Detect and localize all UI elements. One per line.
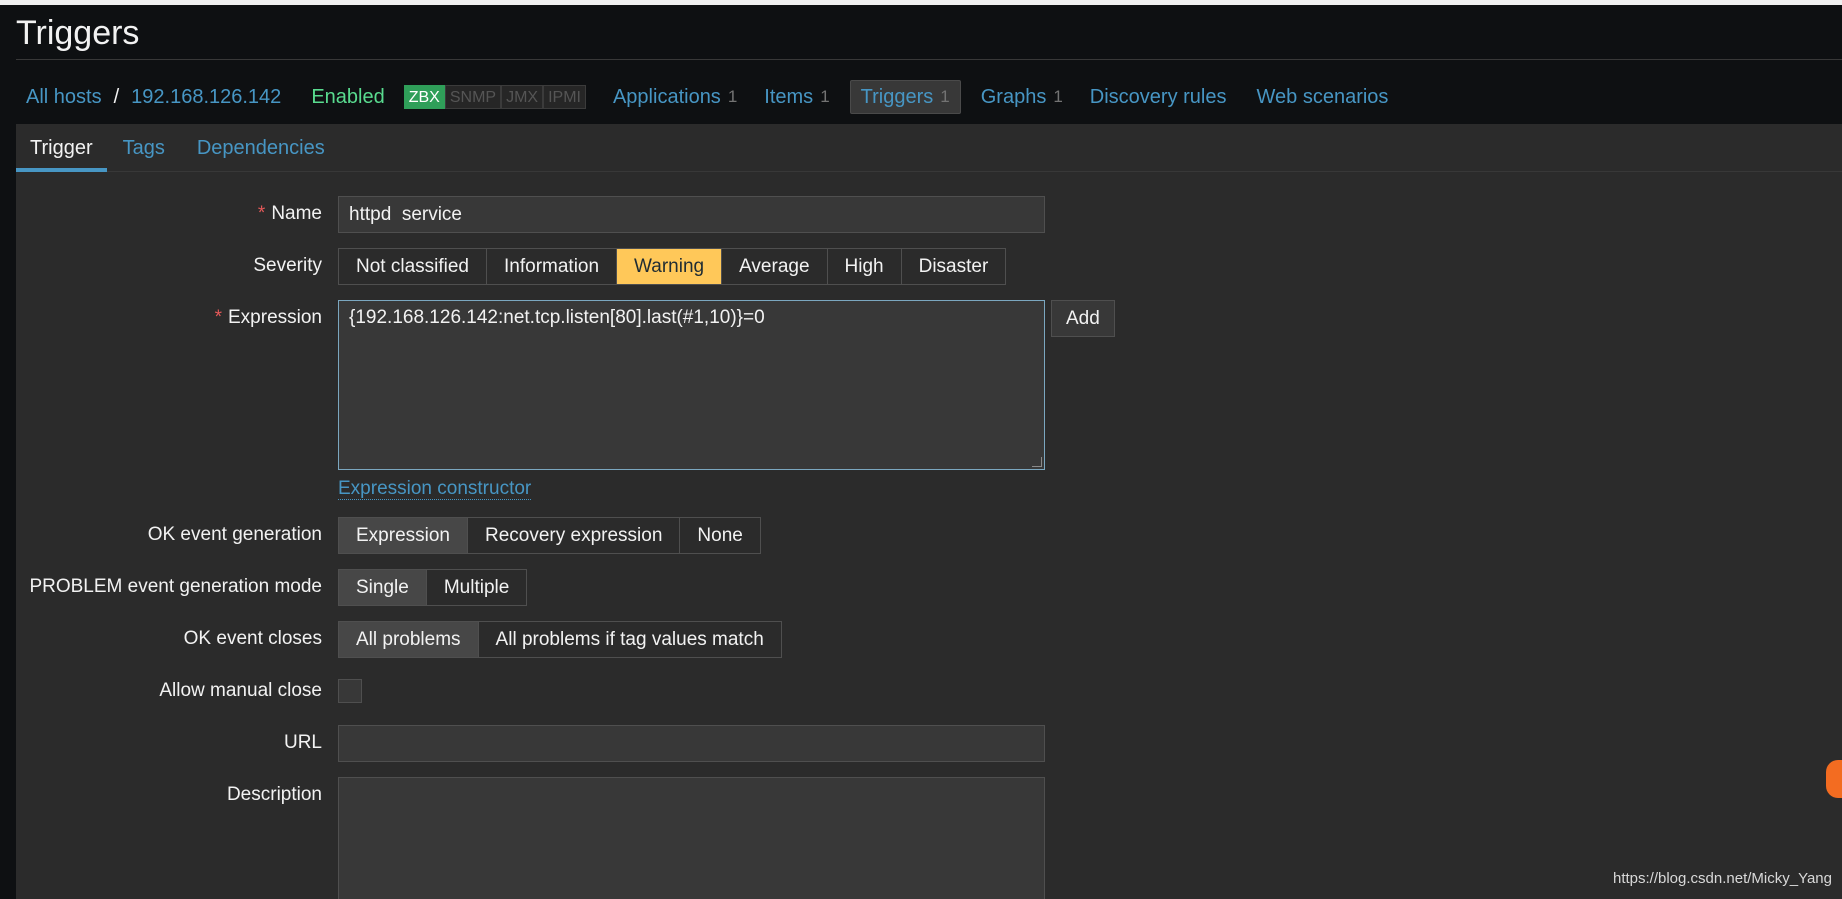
host-link[interactable]: 192.168.126.142: [131, 86, 281, 109]
manual-close-label: Allow manual close: [159, 680, 322, 701]
form-tabs: Trigger Tags Dependencies: [16, 124, 1842, 172]
zbx-badge: ZBX: [403, 85, 445, 109]
problem-mode-label: PROBLEM event generation mode: [29, 576, 322, 597]
breadcrumb-separator: /: [113, 85, 120, 108]
name-label: * Name: [16, 196, 322, 232]
nav-triggers[interactable]: Triggers 1: [849, 80, 961, 114]
severity-label: Severity: [253, 255, 322, 276]
manual-close-wrap: [338, 679, 362, 703]
severity-high[interactable]: High: [827, 249, 902, 284]
name-row: * Name: [16, 196, 322, 232]
url-field-wrap: [338, 725, 1045, 762]
ok-gen-recovery-expression[interactable]: Recovery expression: [468, 518, 681, 553]
watermark: https://blog.csdn.net/Micky_Yang: [1612, 870, 1832, 887]
nav-applications-label: Applications: [612, 85, 721, 108]
ok-event-closes-label: OK event closes: [183, 628, 322, 649]
closes-all-problems[interactable]: All problems: [339, 622, 479, 657]
ipmi-badge: IPMI: [543, 85, 586, 109]
page-title: Triggers: [16, 14, 140, 52]
trigger-form-panel: Trigger Tags Dependencies * Name httpd se…: [16, 124, 1842, 899]
ok-event-generation-wrap: Expression Recovery expression None: [338, 517, 761, 554]
nav-web-scenarios[interactable]: Web scenarios: [1257, 86, 1389, 109]
ok-event-generation-row: OK event generation: [16, 517, 322, 553]
host-navigation: All hosts / 192.168.126.142 Enabled ZBX …: [26, 80, 1388, 114]
name-label-text: Name: [271, 203, 322, 224]
ok-event-closes-row: OK event closes: [16, 621, 322, 657]
top-strip: [0, 0, 1842, 5]
description-row: Description: [16, 777, 322, 813]
nav-items-label: Items: [764, 85, 814, 108]
name-field-wrap: httpd service: [338, 196, 1045, 233]
all-hosts-link[interactable]: All hosts: [26, 86, 102, 109]
problem-mode-single[interactable]: Single: [339, 570, 427, 605]
severity-not-classified[interactable]: Not classified: [339, 249, 487, 284]
severity-average[interactable]: Average: [722, 249, 828, 284]
description-textarea[interactable]: [338, 777, 1045, 899]
tab-tags[interactable]: Tags: [107, 124, 181, 172]
closes-tag-match[interactable]: All problems if tag values match: [478, 622, 781, 657]
add-expression-button[interactable]: Add: [1051, 300, 1115, 337]
nav-graphs[interactable]: Graphs 1: [981, 86, 1063, 109]
nav-applications[interactable]: Applications 1: [613, 86, 737, 109]
severity-selector: Not classified Information Warning Avera…: [338, 248, 1007, 285]
description-label: Description: [226, 784, 322, 805]
tab-dependencies[interactable]: Dependencies: [181, 124, 341, 172]
nav-web-scenarios-label: Web scenarios: [1256, 85, 1389, 108]
csdn-logo-icon: [1826, 760, 1842, 798]
ok-event-closes-wrap: All problems All problems if tag values …: [338, 621, 782, 658]
severity-field-wrap: Not classified Information Warning Avera…: [338, 248, 1007, 285]
severity-disaster[interactable]: Disaster: [901, 249, 1006, 284]
severity-warning[interactable]: Warning: [617, 249, 723, 284]
ok-gen-expression[interactable]: Expression: [339, 518, 468, 553]
expression-textarea[interactable]: {192.168.126.142:net.tcp.listen[80].last…: [338, 300, 1045, 470]
nav-applications-count: 1: [727, 87, 738, 106]
manual-close-row: Allow manual close: [16, 673, 322, 709]
description-field-wrap: [338, 777, 1045, 899]
constructor-link-wrap: Expression constructor: [338, 477, 532, 501]
host-status-enabled[interactable]: Enabled: [311, 86, 384, 109]
problem-mode-wrap: Single Multiple: [338, 569, 528, 606]
url-input[interactable]: [338, 725, 1045, 762]
tab-trigger[interactable]: Trigger: [16, 124, 107, 172]
problem-mode-multiple[interactable]: Multiple: [426, 570, 527, 605]
ok-event-generation-label: OK event generation: [147, 524, 322, 545]
ok-event-generation-selector: Expression Recovery expression None: [338, 517, 761, 554]
expression-row: * Expression: [16, 300, 322, 336]
nav-graphs-count: 1: [1053, 87, 1063, 106]
availability-badges: ZBX SNMP JMX IPMI: [403, 85, 586, 109]
jmx-badge: JMX: [501, 85, 544, 109]
expression-label: * Expression: [16, 300, 322, 336]
nav-discovery-rules[interactable]: Discovery rules: [1090, 86, 1227, 109]
nav-triggers-label: Triggers: [860, 85, 934, 108]
name-required-mark: *: [257, 203, 266, 224]
problem-mode-row: PROBLEM event generation mode: [16, 569, 322, 605]
severity-information[interactable]: Information: [487, 249, 618, 284]
ok-event-closes-selector: All problems All problems if tag values …: [338, 621, 782, 658]
manual-close-checkbox[interactable]: [338, 679, 362, 703]
problem-mode-selector: Single Multiple: [338, 569, 528, 606]
severity-row: Severity: [16, 248, 322, 284]
expression-required-mark: *: [214, 307, 222, 328]
expression-constructor-link[interactable]: Expression constructor: [338, 478, 532, 500]
resize-grip-icon[interactable]: [1032, 457, 1042, 467]
expression-field-wrap: {192.168.126.142:net.tcp.listen[80].last…: [338, 300, 1045, 470]
expression-label-text: Expression: [228, 307, 322, 328]
nav-items-count: 1: [820, 87, 830, 106]
url-row: URL: [16, 725, 322, 761]
expression-value: {192.168.126.142:net.tcp.listen[80].last…: [349, 307, 765, 328]
title-divider: [16, 59, 1842, 60]
ok-gen-none[interactable]: None: [680, 518, 760, 553]
nav-triggers-count: 1: [940, 87, 950, 106]
snmp-badge: SNMP: [444, 85, 502, 109]
nav-graphs-label: Graphs: [980, 85, 1047, 108]
nav-discovery-rules-label: Discovery rules: [1089, 85, 1227, 108]
nav-items[interactable]: Items 1: [764, 86, 829, 109]
url-label: URL: [283, 732, 322, 753]
name-input[interactable]: httpd service: [338, 196, 1045, 233]
